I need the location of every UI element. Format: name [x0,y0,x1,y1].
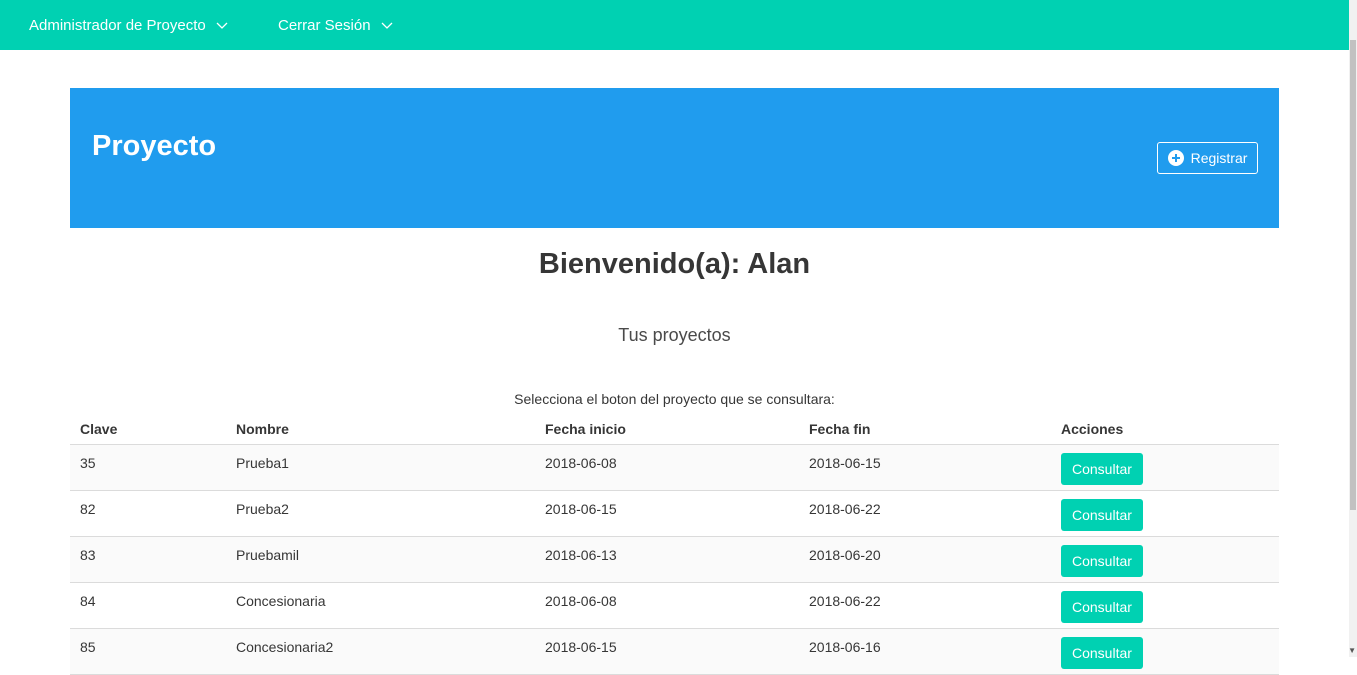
cell-fecha-fin: 2018-06-22 [799,582,1051,629]
consultar-button[interactable]: Consultar [1061,499,1143,531]
consultar-button[interactable]: Consultar [1061,637,1143,669]
cell-clave: 85 [70,628,226,675]
consultar-button[interactable]: Consultar [1061,545,1143,577]
table-row: 85 Concesionaria2 2018-06-15 2018-06-16 … [70,628,1279,675]
cell-clave: 82 [70,490,226,537]
consultar-button[interactable]: Consultar [1061,591,1143,623]
scrollbar-thumb[interactable] [1350,40,1356,510]
table-header-row: Clave Nombre Fecha inicio Fecha fin Acci… [70,414,1279,445]
cell-nombre: Concesionaria2 [226,628,535,675]
header-fecha-inicio: Fecha inicio [535,414,799,445]
welcome-heading: Bienvenido(a): Alan [538,248,811,280]
hero-banner: Proyecto Registrar [70,88,1279,228]
nav-logout-label: Cerrar Sesión [278,16,371,34]
cell-fecha-fin: 2018-06-16 [799,628,1051,675]
instruction-text: Selecciona el boton del proyecto que se … [514,391,835,407]
table-row: 83 Pruebamil 2018-06-13 2018-06-20 Consu… [70,536,1279,583]
cell-clave: 84 [70,582,226,629]
cell-fecha-fin: 2018-06-20 [799,536,1051,583]
cell-clave: 83 [70,536,226,583]
cell-acciones: Consultar [1051,582,1279,629]
nav-logout-dropdown[interactable]: Cerrar Sesión [278,0,393,50]
cell-clave: 35 [70,444,226,491]
cell-fecha-fin: 2018-06-15 [799,444,1051,491]
table-row: 82 Prueba2 2018-06-15 2018-06-22 Consult… [70,490,1279,537]
cell-fecha-inicio: 2018-06-15 [535,628,799,675]
header-fecha-fin: Fecha fin [799,414,1051,445]
cell-fecha-inicio: 2018-06-08 [535,444,799,491]
projects-subtitle: Tus proyectos [618,325,731,345]
header-acciones: Acciones [1051,414,1279,445]
cell-acciones: Consultar [1051,444,1279,491]
header-clave: Clave [70,414,226,445]
header-nombre: Nombre [226,414,535,445]
cell-acciones: Consultar [1051,490,1279,537]
consultar-button[interactable]: Consultar [1061,453,1143,485]
table-row: 84 Concesionaria 2018-06-08 2018-06-22 C… [70,582,1279,629]
chevron-down-icon [216,22,228,29]
cell-nombre: Pruebamil [226,536,535,583]
cell-fecha-fin: 2018-06-22 [799,490,1051,537]
table-row: 35 Prueba1 2018-06-08 2018-06-15 Consult… [70,444,1279,491]
cell-nombre: Prueba1 [226,444,535,491]
cell-acciones: Consultar [1051,536,1279,583]
page-scrollbar[interactable]: ▼ [1348,0,1357,657]
projects-table: Clave Nombre Fecha inicio Fecha fin Acci… [70,414,1279,675]
cell-fecha-inicio: 2018-06-08 [535,582,799,629]
cell-nombre: Concesionaria [226,582,535,629]
page-title: Proyecto [92,130,217,162]
cell-fecha-inicio: 2018-06-15 [535,490,799,537]
chevron-down-icon [381,22,393,29]
cell-acciones: Consultar [1051,628,1279,675]
scroll-down-arrow-icon[interactable]: ▼ [1348,646,1356,655]
register-label: Registrar [1190,150,1248,166]
top-navbar: Administrador de Proyecto Cerrar Sesión [0,0,1349,50]
plus-circle-icon [1167,150,1184,166]
register-button[interactable]: Registrar [1157,142,1258,174]
cell-fecha-inicio: 2018-06-13 [535,536,799,583]
nav-admin-dropdown[interactable]: Administrador de Proyecto [29,0,228,50]
cell-nombre: Prueba2 [226,490,535,537]
nav-admin-label: Administrador de Proyecto [29,16,206,34]
